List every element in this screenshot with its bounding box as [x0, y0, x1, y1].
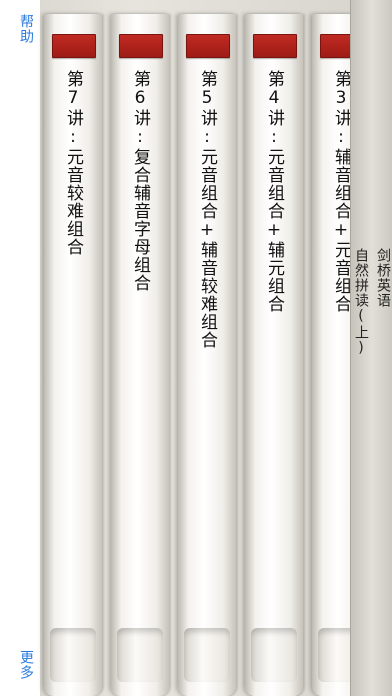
book-lesson-7[interactable]: 第7讲:元音较难组合 [44, 14, 102, 696]
book-foot [251, 628, 297, 682]
book-title: 第6讲:复合辅音字母组合 [130, 70, 150, 292]
book-bookmark-tab [253, 34, 297, 58]
book-bookmark-tab [52, 34, 96, 58]
book-foot [117, 628, 163, 682]
book-title: 第5讲:元音组合+辅音较难组合 [197, 70, 217, 349]
cover-title-line2: 自然拼读(上) [353, 248, 369, 357]
cover-title-line1: 剑桥英语 [375, 248, 391, 308]
book-bookmark-tab [186, 34, 230, 58]
book-title: 第4讲:元音组合+辅元组合 [264, 70, 284, 313]
cover-title: 剑桥英语 自然拼读(上) [351, 248, 392, 398]
book-lesson-6[interactable]: 第6讲:复合辅音字母组合 [111, 14, 169, 696]
book-foot [50, 628, 96, 682]
bookshelf: 第7讲:元音较难组合 第6讲:复合辅音字母组合 第5讲:元音组合+辅音较难组合 … [40, 0, 370, 696]
book-bookmark-tab [119, 34, 163, 58]
more-link[interactable]: 更多 [4, 650, 36, 680]
left-nav-bar: 帮助 更多 [0, 0, 41, 696]
book-cover-panel: 剑桥英语 自然拼读(上) [350, 0, 392, 696]
book-lesson-4[interactable]: 第4讲:元音组合+辅元组合 [245, 14, 303, 696]
book-foot [184, 628, 230, 682]
book-lesson-5[interactable]: 第5讲:元音组合+辅音较难组合 [178, 14, 236, 696]
book-title: 第7讲:元音较难组合 [63, 70, 83, 256]
help-link[interactable]: 帮助 [4, 14, 36, 44]
